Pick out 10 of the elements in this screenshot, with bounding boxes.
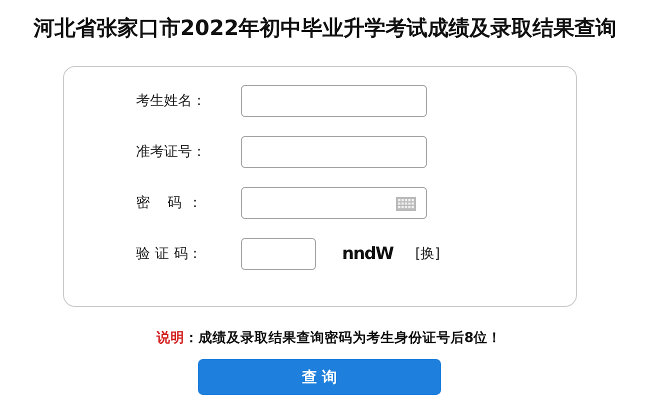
note-label: 说明	[156, 330, 184, 346]
note-text: ：成绩及录取结果查询密码为考生身份证号后8位！	[184, 330, 502, 346]
field-label: 密 码：	[136, 194, 202, 212]
captcha-image: nndW	[342, 244, 394, 264]
refresh-link[interactable]: [换]	[415, 245, 440, 263]
field-label: 准考证号：	[136, 143, 202, 161]
page-title: 河北省张家口市2022年初中毕业升学考试成绩及录取结果查询	[32, 15, 618, 42]
field-label: 验 证 码：	[136, 245, 202, 263]
query-button[interactable]: 查 询	[198, 359, 441, 395]
field-label: 考生姓名：	[136, 92, 202, 110]
